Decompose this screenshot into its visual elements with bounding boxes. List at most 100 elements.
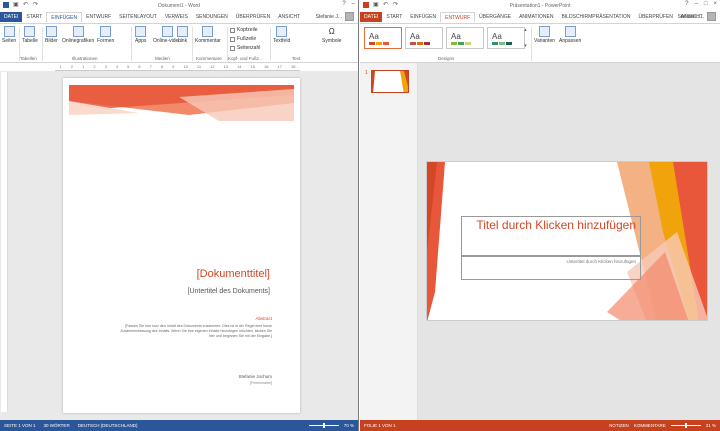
ruler-tick: 14 (237, 64, 242, 69)
word-ribbon: Seiten Tabelle Bilder Onlinegrafiken For… (0, 23, 358, 63)
tab-datei[interactable]: DATEI (360, 12, 383, 22)
zoom-level[interactable]: 70 % (344, 423, 354, 428)
video-icon (161, 26, 173, 37)
word-user-account[interactable]: Stefanie J... (316, 12, 354, 21)
slide-number: 1 (365, 70, 368, 76)
ribbon-divider (192, 27, 193, 61)
zoom-slider[interactable] (670, 423, 701, 428)
ppt-window-controls: ? – □ × (685, 1, 717, 7)
page-number-icon (230, 45, 235, 51)
maximize-icon[interactable]: □ (704, 1, 708, 7)
formen-button[interactable]: Formen (97, 26, 114, 44)
slide-subtitle-placeholder[interactable]: Untertitel durch Klicken hinzufügen (461, 256, 641, 280)
tab-bildschirmpraesentation[interactable]: BILDSCHIRMPRÄSENTATION (557, 12, 634, 22)
textfeld-button[interactable]: Textfeld (273, 26, 290, 44)
notes-button[interactable]: NOTIZEN (609, 423, 629, 428)
zoom-slider[interactable] (308, 423, 339, 428)
slide-canvas[interactable]: Titel durch Klicken hinzufügen Untertite… (426, 161, 708, 321)
word-document-area: [Dokumenttitel] [Untertitel des Dokument… (0, 71, 358, 420)
kopfzeile-button[interactable]: Kopfzeile (230, 27, 258, 33)
chevron-down-icon[interactable]: ▾ (524, 43, 527, 49)
help-icon[interactable]: ? (685, 1, 688, 7)
anpassen-button[interactable]: Anpassen (559, 26, 581, 44)
ribbon-divider (270, 27, 271, 61)
apps-button[interactable]: Apps (135, 26, 146, 44)
design-gallery-scroll[interactable]: ▴ ▾ (523, 27, 528, 49)
avatar (345, 12, 354, 21)
bilder-button[interactable]: Bilder (45, 26, 58, 44)
tab-start[interactable]: START (22, 12, 46, 22)
close-icon[interactable]: × (713, 1, 717, 7)
author-name[interactable]: Stefanie Jochum (238, 374, 272, 379)
ruler-tick: 1 (59, 64, 62, 69)
horizontal-ruler[interactable]: 1 2 1 2 3 4 5 6 7 8 9 10 11 12 13 14 15 16 17 18 (55, 63, 300, 71)
link-icon (177, 26, 188, 37)
group-label-tabellen: Tabellen (20, 56, 37, 61)
design-theme-4[interactable]: Aa (487, 27, 525, 49)
ribbon-divider (42, 27, 43, 61)
abstract-text[interactable]: [Fassen Sie hier kurz den Inhalt des Dok… (118, 324, 272, 339)
design-theme-3[interactable]: Aa (446, 27, 484, 49)
tab-ansicht[interactable]: ANSICHT (274, 12, 304, 22)
tab-datei[interactable]: DATEI (0, 12, 23, 22)
tab-ueberpruefen[interactable]: ÜBERPRÜFEN (232, 12, 274, 22)
help-icon[interactable]: ? (342, 1, 345, 7)
word-titlebar: ▣ ↶ ↷ Dokument1 - Word ? – (0, 0, 358, 11)
minimize-icon[interactable]: – (695, 1, 698, 7)
slide-count[interactable]: FOLIE 1 VON 1 (364, 423, 396, 428)
ppt-user-account[interactable]: Stefanie J... (678, 12, 716, 21)
online-picture-icon (72, 26, 84, 37)
tab-entwurf[interactable]: ENTWURF (440, 12, 476, 22)
word-count[interactable]: 30 WÖRTER (44, 423, 70, 428)
word-status-bar: SEITE 1 VON 1 30 WÖRTER DEUTSCH (DEUTSCH… (0, 420, 358, 431)
minimize-icon[interactable]: – (352, 1, 355, 7)
tab-entwurf[interactable]: ENTWURF (82, 12, 115, 22)
design-gallery: Aa Aa Aa Aa (364, 27, 525, 49)
seitenzahl-button[interactable]: Seitenzahl (230, 45, 260, 51)
zoom-level[interactable]: 31 % (706, 423, 716, 428)
ruler-tick: 15 (250, 64, 256, 69)
tab-seitenlayout[interactable]: SEITENLAYOUT (115, 12, 161, 22)
document-subtitle[interactable]: [Untertitel des Dokuments] (63, 288, 270, 295)
ruler-tick: 6 (138, 64, 141, 69)
tab-einfuegen[interactable]: EINFÜGEN (46, 12, 83, 22)
company-name[interactable]: [Firmenname] (250, 381, 272, 385)
textbox-icon (276, 26, 288, 37)
tab-ueberpruefen[interactable]: ÜBERPRÜFEN (634, 12, 676, 22)
chevron-up-icon[interactable]: ▴ (524, 27, 527, 33)
symbole-button[interactable]: Ω Symbole (322, 26, 341, 44)
slide-thumbnail-art (372, 71, 408, 92)
tabelle-button[interactable]: Tabelle (22, 26, 38, 44)
document-title[interactable]: [Dokumenttitel] (63, 268, 270, 280)
slide-thumbnail[interactable] (371, 70, 409, 93)
language-indicator[interactable]: DEUTSCH (DEUTSCHLAND) (78, 423, 138, 428)
ppt-user-name: Stefanie J... (677, 13, 704, 20)
slide-title-placeholder[interactable]: Titel durch Klicken hinzufügen (461, 216, 641, 256)
design-theme-1[interactable]: Aa (364, 27, 402, 49)
tab-sendungen[interactable]: SENDUNGEN (192, 12, 232, 22)
varianten-button[interactable]: Varianten (534, 26, 555, 44)
ruler-tick: 17 (277, 64, 282, 69)
link-button[interactable]: Link (177, 26, 188, 44)
document-page[interactable]: [Dokumenttitel] [Untertitel des Dokument… (63, 78, 300, 413)
tab-start[interactable]: START (382, 12, 406, 22)
ruler-tick: 18 (291, 64, 296, 69)
comments-button[interactable]: KOMMENTARE (634, 423, 666, 428)
kommentar-button[interactable]: Kommentar (195, 26, 221, 44)
design-theme-2[interactable]: Aa (405, 27, 443, 49)
tab-verweis[interactable]: VERWEIS (161, 12, 192, 22)
tab-uebergaenge[interactable]: ÜBERGÄNGE (475, 12, 515, 22)
vertical-ruler[interactable] (1, 72, 8, 412)
tab-animationen[interactable]: ANIMATIONEN (515, 12, 557, 22)
powerpoint-window: ▣ ↶ ↷ Präsentation1 - PowerPoint ? – □ ×… (360, 0, 720, 431)
ruler-tick: 13 (223, 64, 229, 69)
fusszeile-button[interactable]: Fußzeile (230, 36, 256, 42)
group-label-medien: Medien (155, 56, 170, 61)
ruler-tick: 9 (172, 64, 175, 69)
omega-icon: Ω (328, 27, 335, 36)
ppt-ribbon: Aa Aa Aa Aa ▴ ▾ Varianten Anpassen Desig… (360, 23, 720, 63)
tab-einfuegen[interactable]: EINFÜGEN (406, 12, 440, 22)
seiten-button[interactable]: Seiten (2, 26, 16, 44)
page-count[interactable]: SEITE 1 VON 1 (4, 423, 36, 428)
onlinegrafiken-button[interactable]: Onlinegrafiken (62, 26, 94, 44)
